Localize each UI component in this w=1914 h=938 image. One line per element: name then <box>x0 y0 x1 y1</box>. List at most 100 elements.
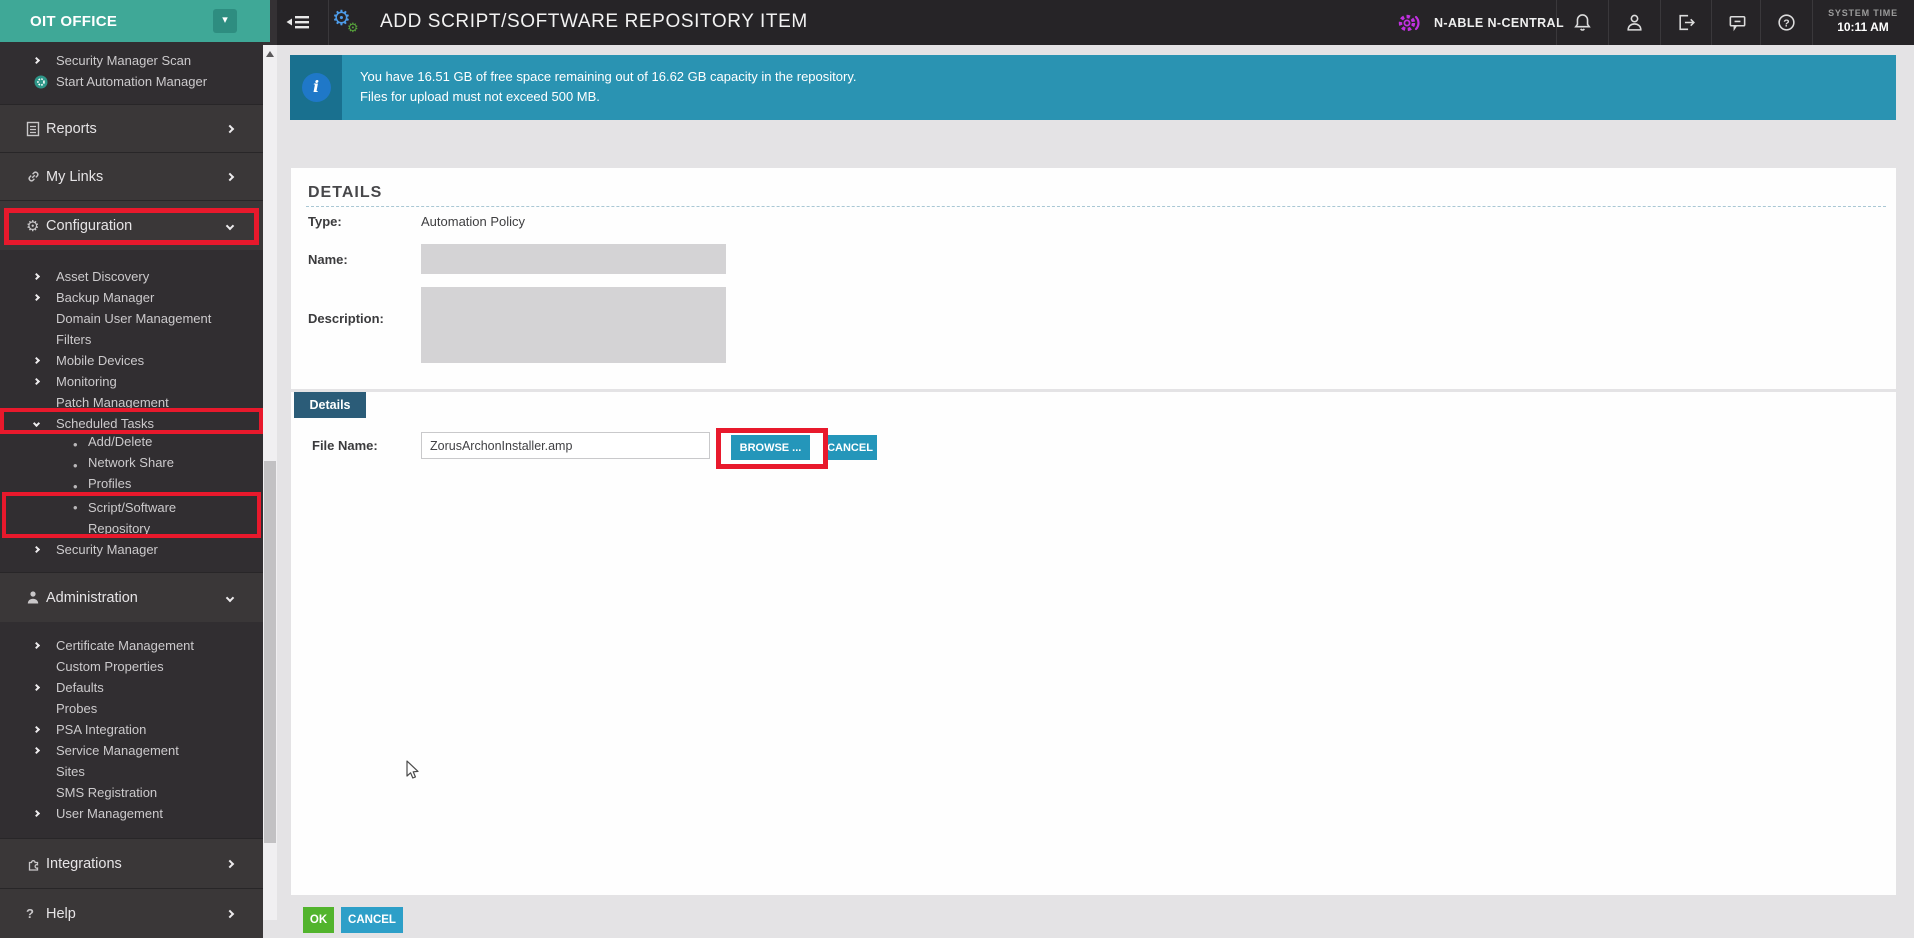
sidebar-item-profiles[interactable]: • Profiles <box>0 476 263 497</box>
feedback-chat-icon[interactable] <box>1711 0 1763 45</box>
help-circle-icon[interactable]: ? <box>1760 0 1812 45</box>
info-icon-panel: i <box>290 55 342 120</box>
sidebar-item-backup-manager[interactable]: Backup Manager <box>0 287 263 308</box>
chevron-right-icon <box>32 641 41 650</box>
file-name-input[interactable] <box>421 432 710 459</box>
bullet-icon: • <box>73 437 78 452</box>
puzzle-icon <box>28 860 39 871</box>
divider <box>306 206 1886 207</box>
sidebar-section-configuration[interactable]: ⚙ Configuration <box>0 200 263 250</box>
person-icon <box>27 591 39 604</box>
brand-logo: N-ABLE N-CENTRAL <box>1395 0 1564 45</box>
sidebar-section-help[interactable]: ? Help <box>0 888 263 938</box>
sidebar-item-service-management[interactable]: Service Management <box>0 740 263 761</box>
chevron-right-icon <box>225 909 235 918</box>
type-label: Type: <box>308 214 342 229</box>
chevron-right-icon <box>32 683 41 692</box>
sidebar-item-sites[interactable]: Sites <box>0 761 263 782</box>
sidebar-item-user-management[interactable]: User Management <box>0 803 263 824</box>
org-selector[interactable]: OIT OFFICE ▾ <box>0 0 270 42</box>
sidebar-item-scheduled-tasks[interactable]: Scheduled Tasks <box>0 413 263 434</box>
system-time-value: 10:11 AM <box>1837 20 1889 34</box>
bullet-icon: • <box>73 500 78 515</box>
page-title: ADD SCRIPT/SOFTWARE REPOSITORY ITEM <box>380 11 808 32</box>
type-value: Automation Policy <box>421 214 526 229</box>
link-icon <box>28 171 39 182</box>
gear-icon: ⚙ <box>26 217 40 235</box>
chevron-right-icon <box>32 356 41 365</box>
svg-text:?: ? <box>1783 17 1789 29</box>
details-card: DETAILS Type: Automation Policy Name: De… <box>291 168 1896 389</box>
ok-button[interactable]: OK <box>303 907 334 933</box>
sidebar-item-security-manager-scan[interactable]: Security Manager Scan <box>0 50 263 71</box>
divider <box>328 0 329 45</box>
sidebar-item-defaults[interactable]: Defaults <box>0 677 263 698</box>
question-mark-icon: ? <box>26 906 34 921</box>
banner-line2: Files for upload must not exceed 500 MB. <box>360 89 600 104</box>
sidebar-item-psa-integration[interactable]: PSA Integration <box>0 719 263 740</box>
chevron-right-icon <box>32 377 41 386</box>
top-bar: ⚙ ⚙ ADD SCRIPT/SOFTWARE REPOSITORY ITEM … <box>270 0 1914 45</box>
user-account-icon[interactable] <box>1608 0 1660 45</box>
sidebar-item-mobile-devices[interactable]: Mobile Devices <box>0 350 263 371</box>
sidebar-section-integrations[interactable]: Integrations <box>0 838 263 888</box>
info-icon: i <box>301 73 331 102</box>
report-document-icon <box>26 121 40 136</box>
sidebar-item-domain-user-management[interactable]: Domain User Management <box>0 308 263 329</box>
chevron-down-icon <box>225 593 235 602</box>
sidebar-item-custom-properties[interactable]: Custom Properties <box>0 656 263 677</box>
chevron-right-icon <box>32 272 41 281</box>
sidebar-collapse-icon[interactable] <box>284 10 318 34</box>
info-banner: i You have 16.51 GB of free space remain… <box>290 55 1896 120</box>
name-input-disabled <box>421 244 726 274</box>
bullet-icon: • <box>73 479 78 494</box>
chevron-right-icon <box>225 124 235 133</box>
sidebar-item-monitoring[interactable]: Monitoring <box>0 371 263 392</box>
org-name: OIT OFFICE <box>30 12 118 30</box>
sidebar-item-add-delete[interactable]: • Add/Delete <box>0 434 263 455</box>
chevron-right-icon <box>225 172 235 181</box>
chevron-right-icon <box>225 859 235 868</box>
sidebar-section-reports[interactable]: Reports <box>0 104 263 152</box>
sidebar-item-sms-registration[interactable]: SMS Registration <box>0 782 263 803</box>
bullet-icon: • <box>73 458 78 473</box>
description-label: Description: <box>308 311 384 326</box>
browse-button[interactable]: BROWSE ... <box>731 435 810 460</box>
chevron-right-icon <box>32 746 41 755</box>
description-textarea-disabled <box>421 287 726 363</box>
sidebar-item-probes[interactable]: Probes <box>0 698 263 719</box>
sidebar-section-administration[interactable]: Administration <box>0 572 263 622</box>
file-cancel-button[interactable]: CANCEL <box>823 435 877 460</box>
org-dropdown-button[interactable]: ▾ <box>213 9 237 33</box>
system-time-label: SYSTEM TIME <box>1828 8 1898 18</box>
logout-icon[interactable] <box>1660 0 1712 45</box>
sidebar-item-asset-discovery[interactable]: Asset Discovery <box>0 266 263 287</box>
system-time: SYSTEM TIME 10:11 AM <box>1812 0 1914 45</box>
sidebar-item-script-software-repository[interactable]: • Script/Software Repository <box>0 497 263 539</box>
chevron-right-icon <box>32 56 41 65</box>
sidebar: OIT OFFICE ▾ Security Manager Scan Start… <box>0 0 277 938</box>
sidebar-item-certificate-management[interactable]: Certificate Management <box>0 635 263 656</box>
chevron-down-icon <box>225 221 235 230</box>
chevron-right-icon <box>32 725 41 734</box>
sidebar-item-security-manager[interactable]: Security Manager <box>0 539 263 560</box>
sidebar-item-network-share[interactable]: • Network Share <box>0 455 263 476</box>
chevron-down-icon <box>32 419 41 428</box>
details-heading: DETAILS <box>308 184 383 201</box>
brand-text: N-ABLE N-CENTRAL <box>1434 15 1564 30</box>
sidebar-scrollbar[interactable] <box>263 45 277 920</box>
sidebar-item-filters[interactable]: Filters <box>0 329 263 350</box>
notifications-bell-icon[interactable] <box>1556 0 1608 45</box>
scrollbar-thumb[interactable] <box>264 461 276 843</box>
tab-details[interactable]: Details <box>294 392 366 418</box>
automation-manager-icon <box>34 75 48 88</box>
sidebar-section-my-links[interactable]: My Links <box>0 152 263 200</box>
sidebar-item-patch-management[interactable]: Patch Management <box>0 392 263 413</box>
scroll-up-arrow-icon[interactable] <box>266 51 274 57</box>
chevron-right-icon <box>32 545 41 554</box>
footer-cancel-button[interactable]: CANCEL <box>341 907 403 933</box>
chevron-right-icon <box>32 809 41 818</box>
sidebar-item-start-automation-manager[interactable]: Start Automation Manager <box>0 71 263 92</box>
chevron-right-icon <box>32 293 41 302</box>
banner-line1: You have 16.51 GB of free space remainin… <box>360 69 857 84</box>
